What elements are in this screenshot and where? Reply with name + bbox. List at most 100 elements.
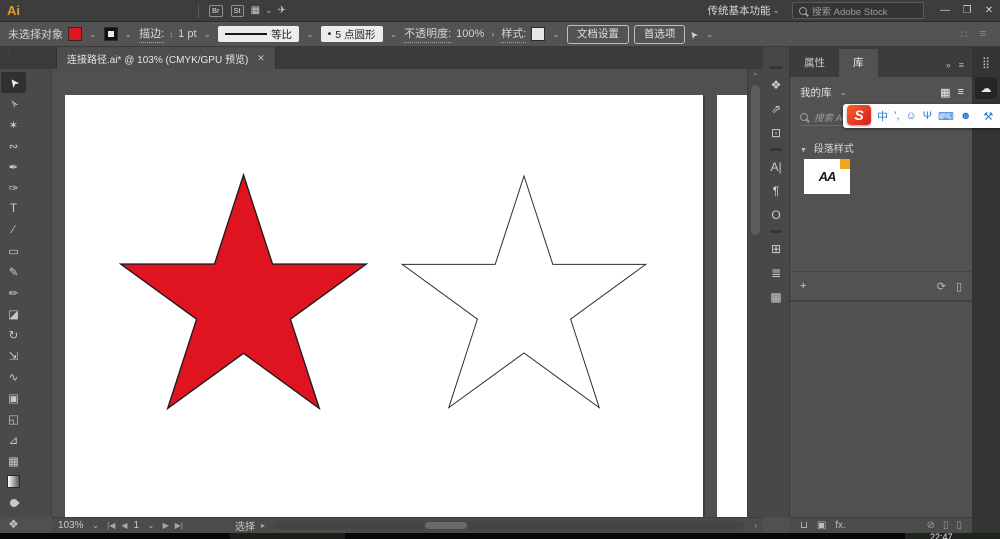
status-menu-icon[interactable]: ▸ (261, 521, 265, 530)
trash-icon[interactable]: ▯ (956, 280, 962, 293)
stock-search-input[interactable]: 搜索 Adobe Stock (792, 2, 924, 19)
fill-color-swatch[interactable] (68, 27, 82, 41)
style-label[interactable]: 样式: (501, 25, 526, 43)
arrange-documents-icon[interactable]: ▦ (251, 5, 260, 16)
rectangle-tool[interactable]: ▭ (1, 240, 26, 261)
line-segment-tool[interactable]: ∕ (1, 219, 26, 240)
perspective-grid-tool[interactable]: ⊿ (1, 429, 26, 450)
blend-tool[interactable]: ❖ (1, 513, 26, 534)
ime-emoji-icon[interactable]: ☺ (906, 110, 917, 122)
chevron-down-icon[interactable]: ⌄ (89, 29, 97, 40)
vertical-scrollbar[interactable]: ⌃ (747, 69, 763, 517)
character-panel-icon[interactable]: A| (763, 155, 789, 179)
ime-keyboard-icon[interactable]: ⌨ (938, 110, 954, 123)
ime-user-icon[interactable]: ☻ (960, 110, 972, 122)
opentype-panel-icon[interactable]: O (763, 203, 789, 227)
sync-icon[interactable]: ⟳ (937, 280, 946, 293)
stock-button[interactable]: St (231, 5, 244, 17)
chevron-down-icon[interactable]: ⌄ (772, 5, 780, 16)
preferences-button[interactable]: 首选项 (634, 25, 686, 44)
bridge-button[interactable]: Br (209, 5, 223, 17)
ime-punctuation[interactable]: ’, (894, 110, 900, 122)
list-view-icon[interactable]: ≡ (958, 86, 964, 99)
taskbar-button[interactable] (230, 533, 345, 539)
artwork-layer[interactable] (52, 69, 747, 517)
gradient-tool[interactable] (1, 471, 26, 492)
touch-workspace-icon[interactable]: ∷ (961, 28, 968, 41)
library-select[interactable]: 我的库 (800, 85, 832, 100)
delete-icon[interactable]: ▯ (956, 520, 962, 531)
curvature-tool[interactable]: ✑ (1, 177, 26, 198)
scroll-up-icon[interactable]: ⌃ (748, 69, 763, 81)
pen-tool[interactable]: ✒ (1, 156, 26, 177)
free-transform-tool[interactable]: ▣ (1, 387, 26, 408)
chevron-down-icon[interactable]: ⌄ (390, 29, 398, 40)
star-outline[interactable] (402, 176, 645, 408)
tab-libraries[interactable]: 库 (839, 49, 878, 77)
magic-wand-tool[interactable]: ✶ (1, 114, 26, 135)
selection-tool[interactable]: ➤ (1, 72, 26, 93)
chevron-down-icon[interactable]: ⌄ (265, 5, 273, 16)
chevron-down-icon[interactable]: ⌄ (306, 29, 314, 40)
artboard-number[interactable]: 1 (134, 520, 140, 531)
pathfinder-panel-icon[interactable]: ▩ (763, 285, 789, 309)
paragraph-style-item[interactable]: AA (804, 159, 850, 194)
paintbrush-tool[interactable]: ✎ (1, 261, 26, 282)
eraser-tool[interactable]: ◪ (1, 303, 26, 324)
direct-selection-tool[interactable]: ➢ (1, 93, 26, 114)
artboards-panel-icon[interactable]: ⊡ (763, 121, 789, 145)
opacity-label[interactable]: 不透明度: (404, 25, 451, 43)
share-icon[interactable]: ✈ (278, 5, 286, 16)
restore-button[interactable]: ❐ (956, 5, 978, 16)
workspace-switcher[interactable]: 传统基本功能 (707, 3, 770, 18)
stroke-color-swatch[interactable] (104, 27, 118, 41)
paragraph-panel-icon[interactable]: ¶ (763, 179, 789, 203)
chevron-down-icon[interactable]: ⌄ (147, 520, 155, 531)
panel-menu-icon[interactable]: ≡ (980, 28, 986, 40)
shaper-tool[interactable]: ✏ (1, 282, 26, 303)
panel-menu-icon[interactable]: ≡ (959, 60, 964, 70)
chevron-down-icon[interactable]: ⌄ (92, 520, 100, 531)
shape-builder-tool[interactable]: ◱ (1, 408, 26, 429)
stroke-label[interactable]: 描边: (139, 25, 164, 43)
effects-icon[interactable]: fx. (835, 520, 846, 531)
chevron-down-icon[interactable]: ⌄ (204, 29, 212, 40)
ime-toolbox-icon[interactable]: ⚒ (983, 110, 993, 123)
opacity-value[interactable]: 100% (456, 28, 484, 40)
first-artboard-icon[interactable]: |◀ (107, 521, 115, 530)
brush-select[interactable]: • 5 点圆形 (321, 26, 383, 42)
document-tab[interactable]: 连接路径.ai* @ 103% (CMYK/GPU 预览) ✕ (56, 47, 276, 69)
width-tool[interactable]: ∿ (1, 366, 26, 387)
vertical-scroll-thumb[interactable] (751, 85, 760, 235)
last-artboard-icon[interactable]: ▶| (175, 521, 183, 530)
artboard-footer-icon[interactable]: ⊔ (800, 520, 808, 531)
document-footer-icon[interactable]: ▣ (817, 520, 826, 531)
stroke-weight-value[interactable]: 1 pt (178, 28, 196, 40)
chevron-right-icon[interactable]: › (491, 29, 494, 39)
layers-panel-icon[interactable]: ❖ (763, 73, 789, 97)
horizontal-scrollbar[interactable] (275, 521, 744, 530)
minimize-button[interactable]: — (934, 5, 956, 16)
canvas[interactable] (52, 69, 747, 517)
lasso-tool[interactable]: ∾ (1, 135, 26, 156)
close-tab-icon[interactable]: ✕ (257, 53, 265, 64)
chevron-down-icon[interactable]: ⌄ (706, 29, 714, 40)
style-swatch[interactable] (531, 27, 545, 41)
chevron-down-icon[interactable]: ⌄ (125, 29, 133, 40)
tab-properties[interactable]: 属性 (790, 49, 839, 77)
scale-tool[interactable]: ⇲ (1, 345, 26, 366)
align-panel-icon[interactable]: ≣ (763, 261, 789, 285)
chevron-down-icon[interactable]: ⌄ (840, 87, 848, 98)
collapse-panel-icon[interactable]: » (946, 60, 951, 70)
star-red-filled[interactable] (121, 175, 366, 408)
new-item-icon[interactable]: ▯ (943, 520, 949, 531)
width-profile-select[interactable]: 等比 (218, 26, 299, 42)
creative-cloud-icon[interactable]: ☁ (975, 77, 997, 99)
ime-lang-chinese[interactable]: 中 (877, 108, 888, 124)
chevron-down-icon[interactable]: ⌄ (552, 29, 560, 40)
mesh-tool[interactable]: ▦ (1, 450, 26, 471)
sogou-logo[interactable]: S (847, 108, 871, 125)
rotate-tool[interactable]: ↻ (1, 324, 26, 345)
windows-taskbar[interactable]: 22:47 (0, 533, 1000, 539)
eyedropper-tool[interactable] (1, 492, 26, 513)
